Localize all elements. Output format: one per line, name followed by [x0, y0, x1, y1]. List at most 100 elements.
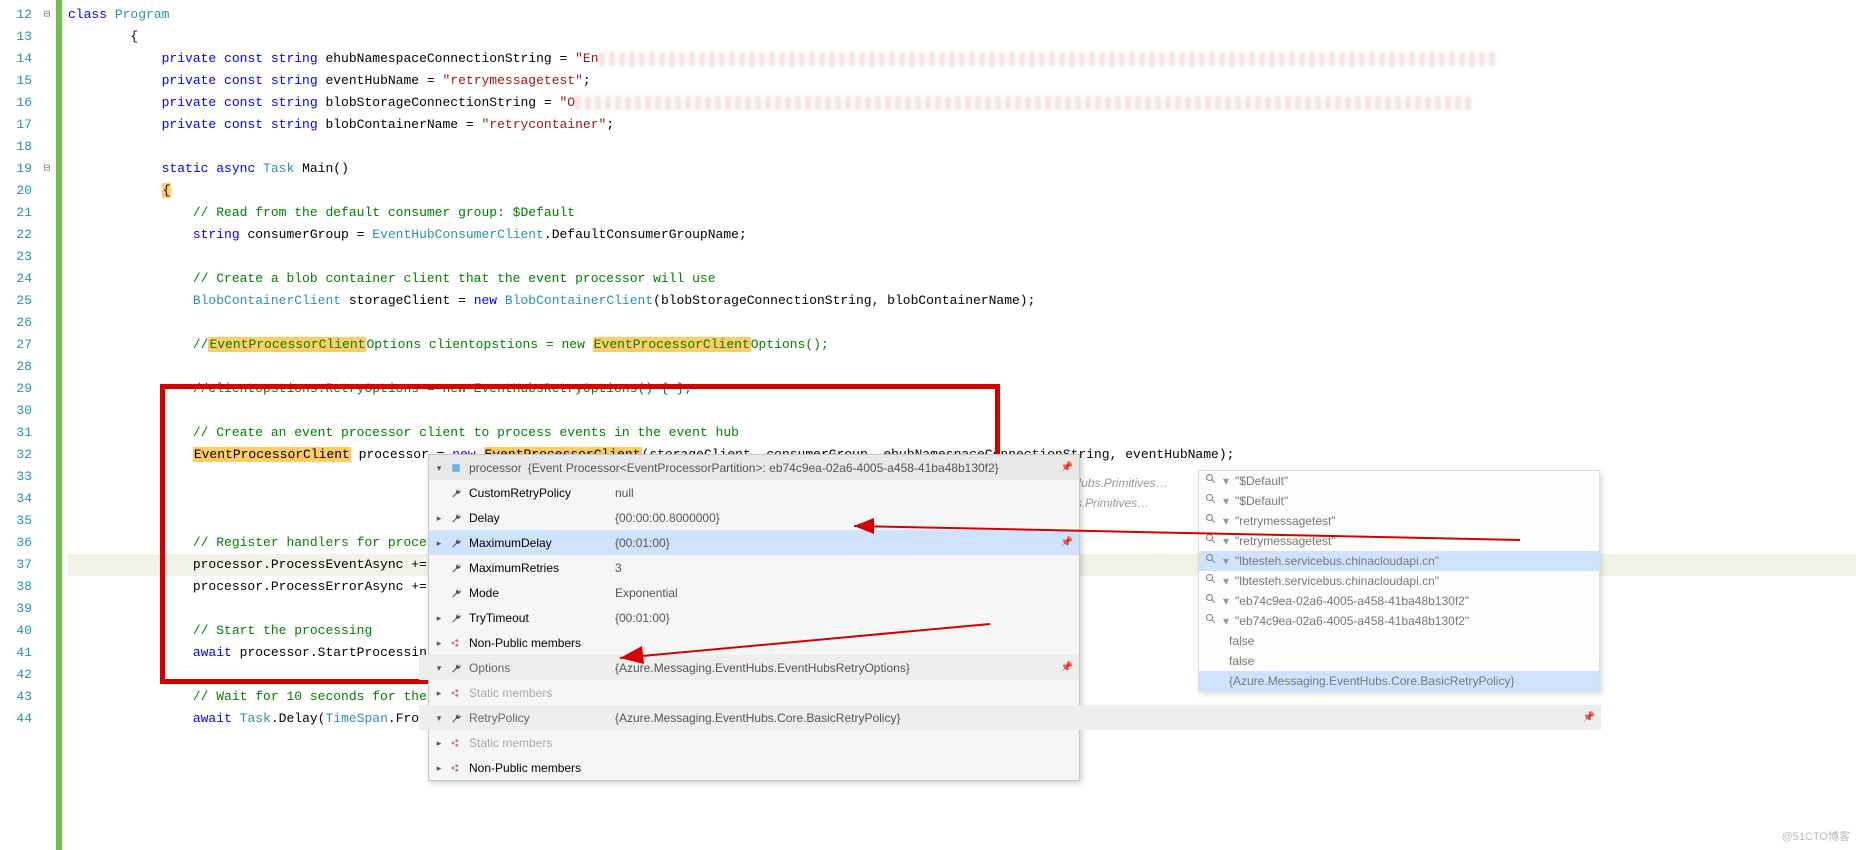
watch-item[interactable]: ▾ "lbtesteh.servicebus.chinacloudapi.cn" [1199, 551, 1599, 571]
prop-name: RetryPolicy [469, 707, 609, 729]
code-line[interactable]: class Program [68, 4, 1856, 26]
line-number: 17 [0, 114, 32, 136]
tooltip-row-static-members[interactable]: ▸ Static members [419, 680, 1079, 705]
code-line[interactable]: //EventProcessorClientOptions clientopst… [68, 334, 1856, 356]
tooltip-row-maximumretries[interactable]: MaximumRetries 3 [429, 555, 1079, 580]
expand-icon[interactable]: ▸ [435, 732, 443, 754]
code-line[interactable] [68, 312, 1856, 334]
pin-icon[interactable]: 📌 [1061, 657, 1073, 679]
prop-value: {00:01:00} [615, 532, 1055, 554]
fold-toggle [38, 510, 56, 532]
tooltip-row-trytimeout[interactable]: ▸ TryTimeout {00:01:00} [429, 605, 1079, 630]
members-icon [449, 636, 463, 650]
code-line[interactable]: { [68, 26, 1856, 48]
fold-toggle[interactable]: ⊟ [38, 158, 56, 180]
pin-icon[interactable]: 📌 [1583, 707, 1595, 729]
tooltip-row-static-members[interactable]: ▸ Static members [419, 730, 1079, 755]
line-number: 41 [0, 642, 32, 664]
prop-value: {Azure.Messaging.EventHubs.EventHubsRetr… [615, 657, 1055, 679]
prop-name: Delay [469, 507, 609, 529]
tooltip-var-name: processor [469, 457, 522, 479]
watch-item[interactable]: ▾ "retrymessagetest" [1199, 511, 1599, 531]
fold-toggle [38, 312, 56, 334]
line-number: 34 [0, 488, 32, 510]
code-line[interactable] [68, 136, 1856, 158]
code-line[interactable]: private const string ehubNamespaceConnec… [68, 48, 1856, 70]
code-line[interactable]: { [68, 180, 1856, 202]
fold-toggle [38, 488, 56, 510]
code-line[interactable]: private const string blobStorageConnecti… [68, 92, 1856, 114]
prop-value: null [615, 482, 1073, 504]
watch-item[interactable]: ▾ "$Default" [1199, 491, 1599, 511]
line-number: 19 [0, 158, 32, 180]
code-line[interactable]: // Create a blob container client that t… [68, 268, 1856, 290]
code-line[interactable]: BlobContainerClient storageClient = new … [68, 290, 1856, 312]
fold-toggle [38, 356, 56, 378]
debug-locals-tooltip[interactable]: ▾ processor {Event Processor<EventProces… [428, 454, 1080, 781]
prop-name: Non-Public members [469, 632, 609, 654]
pin-icon[interactable]: 📌 [1061, 532, 1073, 554]
expand-icon[interactable]: ▾ [435, 657, 443, 679]
watch-item[interactable]: ▾ "eb74c9ea-02a6-4005-a458-41ba48b130f2" [1199, 591, 1599, 611]
code-line[interactable] [68, 246, 1856, 268]
watch-item[interactable]: ▾ "$Default" [1199, 471, 1599, 491]
members-icon [449, 761, 463, 775]
tooltip-row-mode[interactable]: Mode Exponential [429, 580, 1079, 605]
watch-value: {Azure.Messaging.EventHubs.Core.BasicRet… [1229, 670, 1514, 692]
tooltip-row-delay[interactable]: ▸ Delay {00:00:00.8000000} [429, 505, 1079, 530]
prop-name: CustomRetryPolicy [469, 482, 609, 504]
code-line[interactable]: //clientopstions.RetryOptions = new Even… [68, 378, 1856, 400]
fold-gutter[interactable]: ⊟⊟ [38, 0, 56, 850]
watch-item[interactable]: ▾ "lbtesteh.servicebus.chinacloudapi.cn" [1199, 571, 1599, 591]
expand-icon[interactable]: ▸ [435, 757, 443, 779]
fold-toggle [38, 576, 56, 598]
fold-toggle [38, 642, 56, 664]
tooltip-row-options[interactable]: ▾ Options {Azure.Messaging.EventHubs.Eve… [419, 655, 1079, 680]
line-number: 16 [0, 92, 32, 114]
pin-icon[interactable]: 📌 [1061, 457, 1073, 479]
code-line[interactable]: static async Task Main() [68, 158, 1856, 180]
search-icon [1205, 510, 1217, 532]
fold-toggle [38, 26, 56, 48]
debug-watch-panel[interactable]: ▾ "$Default"▾ "$Default"▾ "retrymessaget… [1198, 470, 1600, 692]
watch-item[interactable]: ▾ "eb74c9ea-02a6-4005-a458-41ba48b130f2" [1199, 611, 1599, 631]
wrench-icon [449, 661, 463, 675]
fold-toggle [38, 114, 56, 136]
line-number: 12 [0, 4, 32, 26]
expand-icon[interactable]: ▸ [435, 607, 443, 629]
code-line[interactable]: string consumerGroup = EventHubConsumerC… [68, 224, 1856, 246]
tooltip-row-non-public-members[interactable]: ▸ Non-Public members [429, 630, 1079, 655]
watch-item[interactable]: false [1199, 631, 1599, 651]
watch-item[interactable]: false [1199, 651, 1599, 671]
tooltip-row-non-public-members[interactable]: ▸ Non-Public members [429, 755, 1079, 780]
expand-icon[interactable]: ▾ [435, 707, 443, 729]
line-number: 44 [0, 708, 32, 730]
fold-toggle [38, 532, 56, 554]
prop-name: MaximumRetries [469, 557, 609, 579]
code-line[interactable] [68, 400, 1856, 422]
watch-item[interactable]: {Azure.Messaging.EventHubs.Core.BasicRet… [1199, 671, 1599, 691]
chevron-down-icon[interactable]: ▾ [435, 457, 443, 479]
tooltip-row-retrypolicy[interactable]: ▾ RetryPolicy {Azure.Messaging.EventHubs… [419, 705, 1601, 730]
fold-toggle[interactable]: ⊟ [38, 4, 56, 26]
expand-icon[interactable]: ▸ [435, 632, 443, 654]
expand-icon[interactable]: ▸ [435, 507, 443, 529]
tooltip-row-customretrypolicy[interactable]: CustomRetryPolicy null [429, 480, 1079, 505]
code-line[interactable]: private const string eventHubName = "ret… [68, 70, 1856, 92]
code-line[interactable]: // Read from the default consumer group:… [68, 202, 1856, 224]
prop-name: Non-Public members [469, 757, 609, 779]
expand-icon[interactable]: ▸ [435, 682, 443, 704]
watch-item[interactable]: ▾ "retrymessagetest" [1199, 531, 1599, 551]
line-number: 31 [0, 422, 32, 444]
code-line[interactable]: private const string blobContainerName =… [68, 114, 1856, 136]
tooltip-row-maximumdelay[interactable]: ▸ MaximumDelay {00:01:00} 📌 [429, 530, 1079, 555]
change-indicator [56, 0, 62, 850]
code-line[interactable]: // Create an event processor client to p… [68, 422, 1856, 444]
code-line[interactable] [68, 356, 1856, 378]
expand-icon[interactable]: ▸ [435, 532, 443, 554]
fold-toggle [38, 620, 56, 642]
fold-toggle [38, 554, 56, 576]
prop-value: 3 [615, 557, 1073, 579]
tooltip-var-desc: {Event Processor<EventProcessorPartition… [528, 457, 1055, 479]
line-number: 38 [0, 576, 32, 598]
